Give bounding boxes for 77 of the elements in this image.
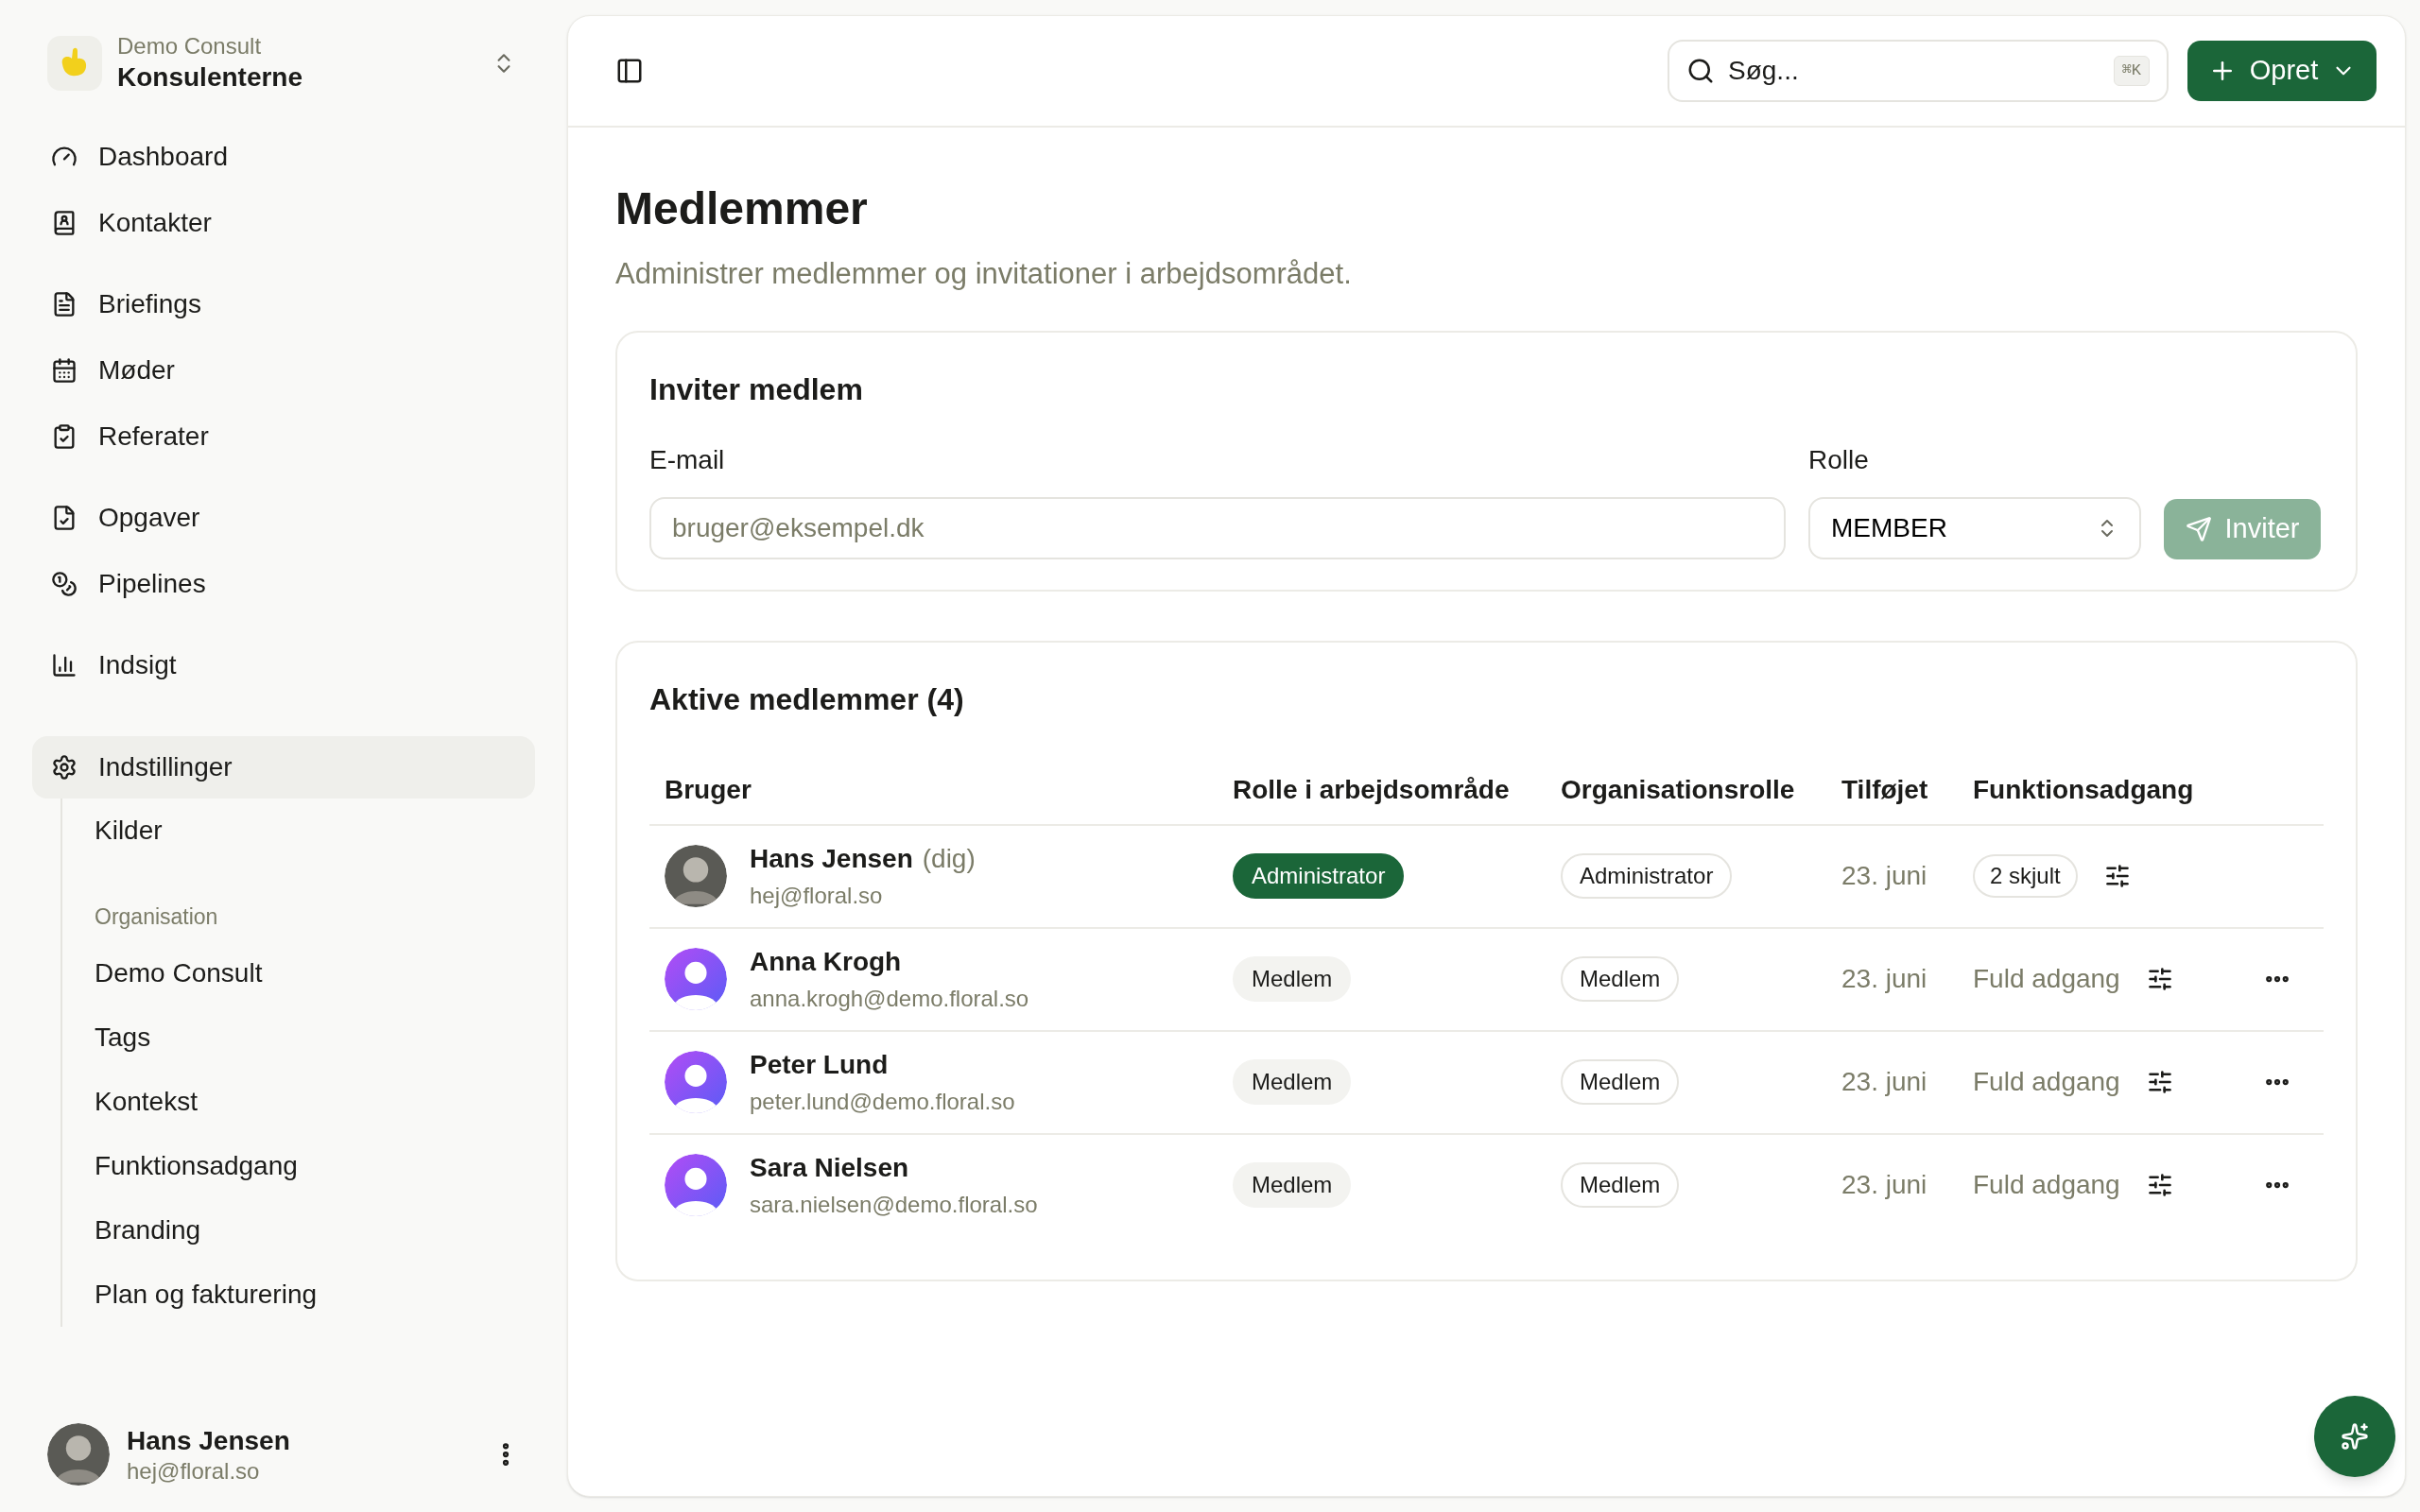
column-header: Tilføjet xyxy=(1841,773,1929,806)
search-field[interactable]: Søg... ⌘K xyxy=(1668,40,2169,102)
access-level: Fuld adgang xyxy=(1973,1169,2120,1201)
member-email: peter.lund@demo.floral.so xyxy=(750,1088,1015,1116)
sub-nav-item[interactable]: Kontekst xyxy=(95,1069,535,1134)
column-header: Funktionsadgang xyxy=(1972,773,2195,806)
column-header: Rolle i arbejdsområde xyxy=(1232,773,1511,806)
calendar-icon xyxy=(51,357,78,384)
member-name: Anna Krogh xyxy=(750,946,902,978)
create-button[interactable]: Opret xyxy=(2187,41,2377,101)
coins-icon xyxy=(51,571,78,597)
user-email: hej@floral.so xyxy=(127,1456,261,1486)
role-badge: Administrator xyxy=(1233,853,1405,899)
nav-item[interactable]: Indsigt xyxy=(32,634,535,696)
role-select[interactable]: MEMBER xyxy=(1808,496,2141,559)
card-title: Inviter medlem xyxy=(649,370,864,408)
search-placeholder: Søg... xyxy=(1728,55,1800,87)
access-level: Fuld adgang xyxy=(1973,963,2120,995)
column-header: Bruger xyxy=(664,773,752,806)
nav-item[interactable]: Dashboard xyxy=(32,126,535,188)
field-label: Rolle xyxy=(1808,443,1870,476)
email-field[interactable]: bruger@eksempel.dk xyxy=(649,496,1786,559)
member-email: anna.krogh@demo.floral.so xyxy=(750,985,1029,1013)
access-level: Fuld adgang xyxy=(1973,1066,2120,1098)
nav-item[interactable]: Referater xyxy=(32,405,535,468)
sliders-icon[interactable] xyxy=(2146,966,2173,992)
card-title: Aktive medlemmer (4) xyxy=(649,680,965,718)
user-name: Hans Jensen xyxy=(127,1424,291,1457)
member-name: Sara Nielsen xyxy=(750,1152,909,1184)
role-badge: Medlem xyxy=(1561,1162,1680,1208)
shortcut-key: ⌘K xyxy=(2113,56,2150,86)
nav-item[interactable]: Briefings xyxy=(32,273,535,335)
sub-nav-item[interactable]: Funktionsadgang xyxy=(95,1133,535,1198)
sub-nav-item[interactable]: Tags xyxy=(95,1005,535,1070)
page-title: Medlemmer xyxy=(615,182,869,235)
user-avatar xyxy=(47,1423,110,1486)
nav-item[interactable]: Møder xyxy=(32,339,535,402)
sliders-icon[interactable] xyxy=(2103,863,2131,889)
sliders-icon[interactable] xyxy=(2146,1069,2173,1095)
organisation-name: Demo Consult xyxy=(117,32,263,60)
search-icon xyxy=(1686,57,1715,85)
settings-icon xyxy=(51,754,78,781)
access-badge: 2 skjult xyxy=(1973,854,2078,898)
sparkles-icon xyxy=(2341,1422,2369,1451)
sliders-icon[interactable] xyxy=(2146,1172,2173,1198)
column-header: Organisationsrolle xyxy=(1560,773,1796,806)
added-date: 23. juni xyxy=(1841,1169,1927,1201)
self-marker: (dig) xyxy=(922,843,976,875)
page-subtitle: Administrer medlemmer og invitationer i arbejdsområdet. xyxy=(615,256,1353,292)
nav-item[interactable]: Indstillinger xyxy=(32,736,535,799)
sub-nav-item[interactable]: Demo Consult xyxy=(95,940,535,1005)
section-heading: Organisation xyxy=(95,903,219,931)
sub-nav-item[interactable]: Kilder xyxy=(95,799,535,863)
member-name: Peter Lund xyxy=(750,1049,889,1081)
nav-item[interactable]: Pipelines xyxy=(32,553,535,615)
role-badge: Medlem xyxy=(1233,1059,1352,1105)
logo-icon xyxy=(47,35,102,91)
sub-nav-item[interactable]: Plan og fakturering xyxy=(95,1262,535,1327)
role-badge: Administrator xyxy=(1561,853,1733,899)
role-badge: Medlem xyxy=(1233,956,1352,1002)
sidebar-toggle-icon[interactable] xyxy=(615,57,644,85)
member-name: Hans Jensen xyxy=(750,843,913,875)
role-badge: Medlem xyxy=(1561,1059,1680,1105)
member-email: hej@floral.so xyxy=(750,882,884,910)
nav-item[interactable]: Opgaver xyxy=(32,487,535,549)
added-date: 23. juni xyxy=(1841,963,1927,995)
role-badge: Medlem xyxy=(1233,1162,1352,1208)
nav-item[interactable]: Kontakter xyxy=(32,192,535,254)
member-email: sara.nielsen@demo.floral.so xyxy=(750,1191,1038,1219)
bar-chart-icon xyxy=(51,652,78,679)
send-icon xyxy=(2185,515,2212,542)
sub-nav-item[interactable]: Branding xyxy=(95,1197,535,1263)
role-badge: Medlem xyxy=(1561,956,1680,1002)
workspace-name: Konsulenterne xyxy=(117,61,304,94)
added-date: 23. juni xyxy=(1841,860,1927,892)
field-label: E-mail xyxy=(649,443,726,476)
added-date: 23. juni xyxy=(1841,1066,1927,1098)
